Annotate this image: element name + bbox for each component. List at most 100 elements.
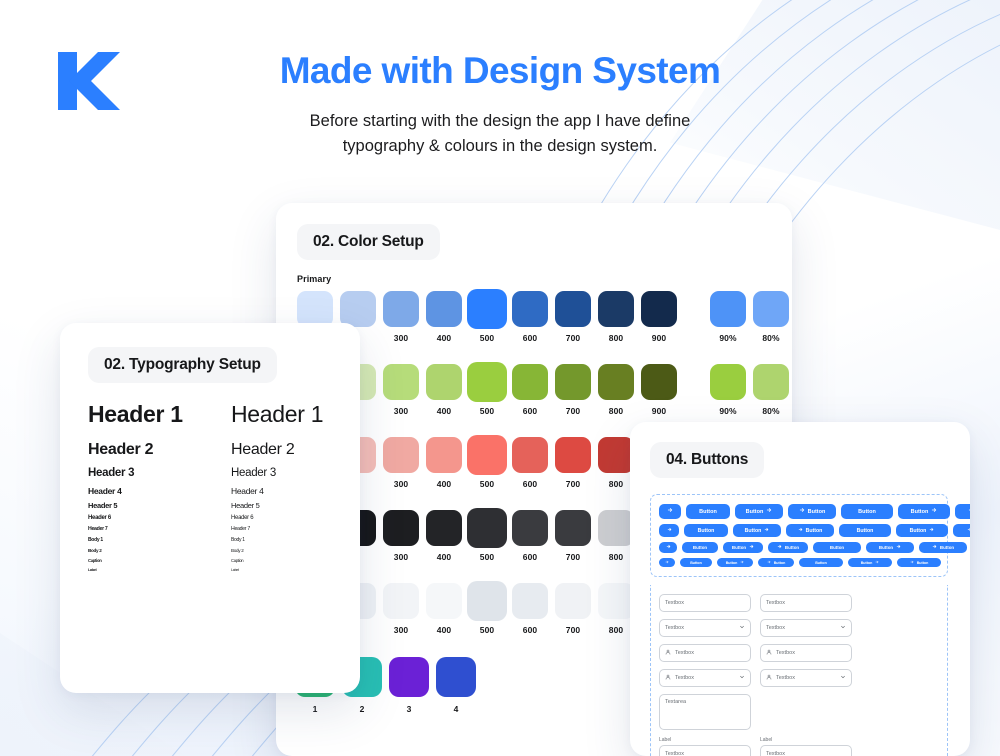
color-swatch-cell[interactable]: 700 — [555, 437, 591, 489]
icon-button[interactable] — [659, 524, 679, 537]
text-button[interactable]: Button — [841, 504, 893, 519]
color-swatch[interactable] — [555, 510, 591, 546]
color-swatch[interactable] — [383, 583, 419, 619]
icon-leading-text-button[interactable]: Button — [786, 524, 834, 537]
color-swatch[interactable] — [383, 510, 419, 546]
color-swatch-cell[interactable]: 800 — [598, 364, 634, 416]
color-swatch[interactable] — [641, 364, 677, 400]
color-swatch[interactable] — [641, 291, 677, 327]
color-swatch-cell[interactable]: 300 — [383, 291, 419, 343]
text-trailing-icon-button[interactable]: Button — [723, 542, 763, 553]
icon-leading-text-button[interactable]: Button — [768, 542, 808, 553]
color-swatch-cell[interactable]: 700 — [555, 364, 591, 416]
textbox-field[interactable]: Textbox — [659, 745, 751, 756]
chevron-down-icon[interactable] — [739, 624, 745, 632]
textarea-field[interactable]: Textarea — [659, 694, 751, 730]
gradient-swatch-cell[interactable]: 3 — [389, 657, 429, 714]
color-swatch-cell[interactable]: 600 — [512, 291, 548, 343]
text-button[interactable]: Button — [682, 542, 718, 553]
text-button[interactable]: Button — [813, 542, 861, 553]
text-button[interactable]: Button — [684, 524, 728, 537]
color-swatch-cell[interactable]: 80% — [753, 291, 789, 343]
color-swatch-cell[interactable]: 300 — [383, 437, 419, 489]
color-swatch-cell[interactable]: 90% — [710, 364, 746, 416]
color-swatch-cell[interactable]: 600 — [512, 437, 548, 489]
gradient-swatch[interactable] — [436, 657, 476, 697]
text-trailing-icon-button[interactable]: Button — [848, 558, 892, 567]
color-swatch-cell[interactable]: 400 — [426, 291, 462, 343]
color-swatch[interactable] — [555, 291, 591, 327]
color-swatch[interactable] — [512, 437, 548, 473]
color-swatch-cell[interactable]: 600 — [512, 583, 548, 635]
select-field[interactable]: Textbox — [760, 619, 852, 637]
color-swatch-cell[interactable]: 400 — [426, 437, 462, 489]
color-swatch-cell[interactable]: 800 — [598, 291, 634, 343]
text-trailing-icon-button[interactable]: Button — [896, 524, 948, 537]
color-swatch[interactable] — [426, 437, 462, 473]
chevron-down-icon[interactable] — [840, 624, 846, 632]
color-swatch[interactable] — [512, 510, 548, 546]
textbox-with-icon-field[interactable]: Textbox — [659, 644, 751, 662]
icon-button[interactable] — [659, 542, 677, 553]
color-swatch-cell[interactable]: 300 — [383, 583, 419, 635]
color-swatch[interactable] — [467, 362, 507, 402]
color-swatch[interactable] — [383, 364, 419, 400]
text-trailing-icon-button[interactable]: Button — [717, 558, 753, 567]
color-swatch-cell[interactable]: 500 — [467, 581, 507, 635]
color-swatch[interactable] — [555, 437, 591, 473]
color-swatch-cell[interactable]: 700 — [555, 291, 591, 343]
gradient-swatch[interactable] — [389, 657, 429, 697]
color-swatch[interactable] — [598, 510, 634, 546]
color-swatch[interactable] — [512, 291, 548, 327]
color-swatch-cell[interactable]: 500 — [467, 435, 507, 489]
color-swatch-cell[interactable]: 800 — [598, 583, 634, 635]
color-swatch[interactable] — [598, 364, 634, 400]
color-swatch[interactable] — [753, 291, 789, 327]
text-trailing-icon-button[interactable]: Button — [866, 542, 914, 553]
icon-leading-text-button[interactable]: Button — [919, 542, 967, 553]
color-swatch[interactable] — [383, 291, 419, 327]
color-swatch-cell[interactable]: 500 — [467, 289, 507, 343]
color-swatch-cell[interactable]: 800 — [598, 437, 634, 489]
color-swatch[interactable] — [710, 291, 746, 327]
textbox-field[interactable]: Textbox — [659, 594, 751, 612]
text-trailing-icon-button[interactable]: Button — [735, 504, 783, 519]
icon-leading-text-button[interactable]: Button — [955, 504, 970, 519]
color-swatch-cell[interactable]: 300 — [383, 510, 419, 562]
color-swatch[interactable] — [467, 508, 507, 548]
icon-leading-text-button[interactable]: Button — [897, 558, 941, 567]
gradient-swatch-cell[interactable]: 4 — [436, 657, 476, 714]
color-swatch[interactable] — [512, 583, 548, 619]
color-swatch[interactable] — [340, 291, 376, 327]
color-swatch-cell[interactable]: 900 — [641, 364, 677, 416]
text-trailing-icon-button[interactable]: Button — [733, 524, 781, 537]
color-swatch-cell[interactable]: 500 — [467, 362, 507, 416]
color-swatch[interactable] — [426, 291, 462, 327]
color-swatch-cell[interactable]: 700 — [555, 510, 591, 562]
icon-button[interactable] — [659, 504, 681, 519]
select-with-icon-field[interactable]: Textbox — [659, 669, 751, 687]
color-swatch[interactable] — [467, 581, 507, 621]
color-swatch-cell[interactable]: 400 — [426, 583, 462, 635]
color-swatch-cell[interactable]: 500 — [467, 508, 507, 562]
color-swatch-cell[interactable]: 90% — [710, 291, 746, 343]
select-field[interactable]: Textbox — [659, 619, 751, 637]
color-swatch-cell[interactable]: 300 — [383, 364, 419, 416]
color-swatch[interactable] — [467, 435, 507, 475]
select-with-icon-field[interactable]: Textbox — [760, 669, 852, 687]
color-swatch-cell[interactable]: 700 — [555, 583, 591, 635]
color-swatch-cell[interactable]: 400 — [426, 364, 462, 416]
color-swatch[interactable] — [467, 289, 507, 329]
chevron-down-icon[interactable] — [739, 674, 745, 682]
color-swatch-cell[interactable]: 900 — [641, 291, 677, 343]
color-swatch[interactable] — [753, 364, 789, 400]
text-button[interactable]: Button — [686, 504, 730, 519]
color-swatch[interactable] — [710, 364, 746, 400]
color-swatch[interactable] — [598, 437, 634, 473]
color-swatch-cell[interactable]: 600 — [512, 510, 548, 562]
icon-leading-text-button[interactable]: Button — [788, 504, 836, 519]
chevron-down-icon[interactable] — [840, 674, 846, 682]
color-swatch[interactable] — [426, 583, 462, 619]
icon-button[interactable] — [659, 558, 675, 567]
textbox-field[interactable]: Textbox — [760, 745, 852, 756]
